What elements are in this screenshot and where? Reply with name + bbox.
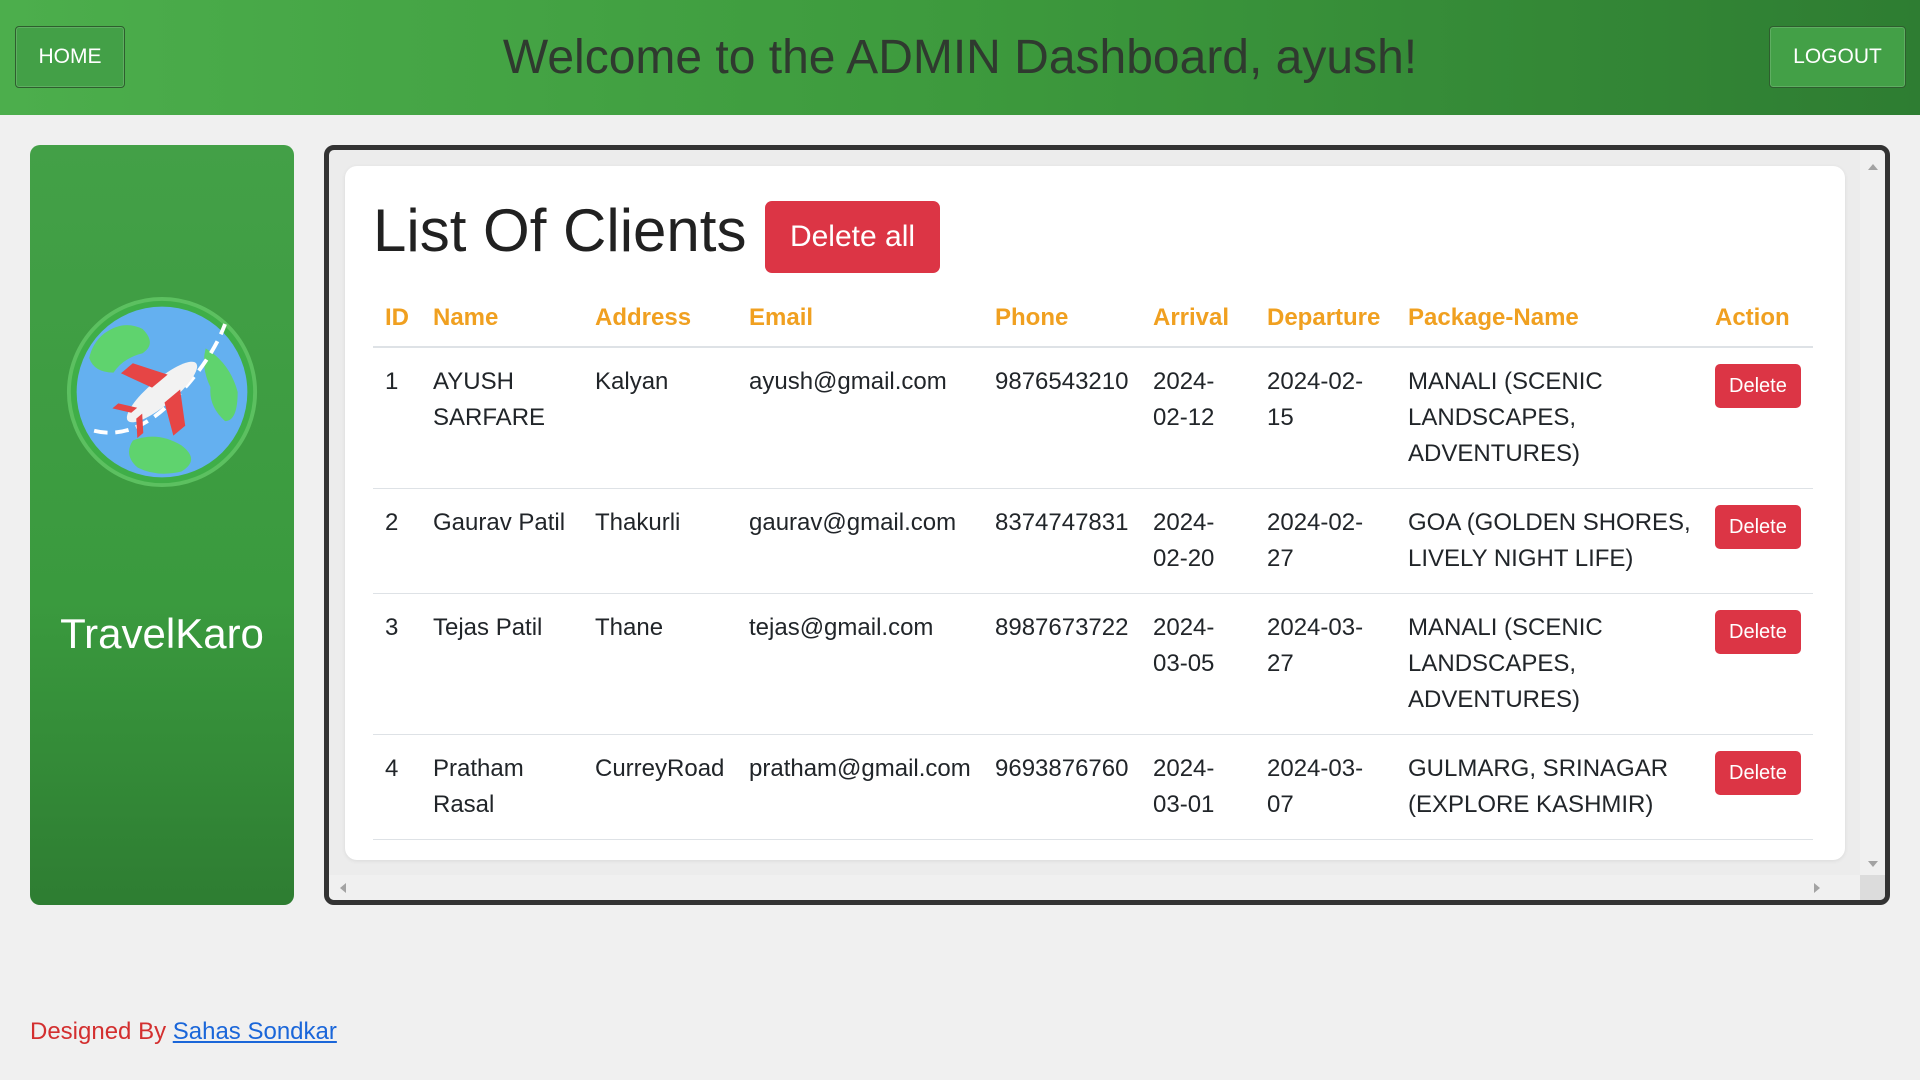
scroll-right-icon[interactable] (1814, 883, 1820, 893)
logout-button[interactable]: LOGOUT (1769, 26, 1906, 88)
cell-id: 1 (373, 347, 421, 489)
column-header: ID (373, 291, 421, 348)
column-header: Email (737, 291, 983, 348)
cell-package: MANALI (SCENIC LANDSCAPES, ADVENTURES) (1396, 593, 1703, 735)
brand-name: TravelKaro (60, 610, 264, 657)
delete-button[interactable]: Delete (1715, 610, 1801, 654)
horizontal-scrollbar[interactable] (329, 875, 1860, 900)
table-row: 2 Gaurav Patil Thakurli gaurav@gmail.com… (373, 488, 1813, 594)
table-row: 3 Tejas Patil Thane tejas@gmail.com 8987… (373, 593, 1813, 735)
cell-departure: 2024-02-15 (1255, 347, 1396, 489)
cell-package: GULMARG, SRINAGAR (EXPLORE KASHMIR) (1396, 734, 1703, 840)
vertical-scrollbar[interactable] (1860, 150, 1885, 875)
cell-action: Delete (1703, 734, 1813, 840)
column-header: Name (421, 291, 583, 348)
delete-button[interactable]: Delete (1715, 505, 1801, 549)
clients-table: ID Name Address Email Phone Arrival Depa… (373, 291, 1813, 840)
cell-departure: 2024-03-27 (1255, 593, 1396, 735)
cell-name: Gaurav Patil (421, 488, 583, 594)
cell-arrival: 2024-02-12 (1141, 347, 1255, 489)
cell-action: Delete (1703, 347, 1813, 489)
cell-address: CurreyRoad (583, 734, 737, 840)
cell-phone: 8987673722 (983, 593, 1141, 735)
globe-airplane-icon (66, 296, 258, 488)
footer-credit: Designed By Sahas Sondkar (30, 1018, 337, 1046)
column-header: Action (1703, 291, 1813, 348)
cell-arrival: 2024-03-05 (1141, 593, 1255, 735)
table-row: 1 AYUSH SARFARE Kalyan ayush@gmail.com 9… (373, 347, 1813, 489)
cell-id: 4 (373, 734, 421, 840)
footer-prefix: Designed By (30, 1018, 173, 1045)
cell-id: 2 (373, 488, 421, 594)
page-title: Welcome to the ADMIN Dashboard, ayush! (502, 31, 1418, 84)
cell-email: ayush@gmail.com (737, 347, 983, 489)
cell-email: gaurav@gmail.com (737, 488, 983, 594)
top-header: HOME Welcome to the ADMIN Dashboard, ayu… (0, 0, 1920, 115)
clients-card: List Of Clients Delete all ID Name Addre… (345, 166, 1845, 860)
column-header: Departure (1255, 291, 1396, 348)
scrollbar-corner (1860, 875, 1885, 900)
cell-address: Kalyan (583, 347, 737, 489)
cell-action: Delete (1703, 593, 1813, 735)
author-link[interactable]: Sahas Sondkar (173, 1018, 337, 1045)
cell-phone: 8374747831 (983, 488, 1141, 594)
column-header: Phone (983, 291, 1141, 348)
cell-name: Pratham Rasal (421, 734, 583, 840)
cell-phone: 9693876760 (983, 734, 1141, 840)
delete-button[interactable]: Delete (1715, 751, 1801, 795)
sidebar: TravelKaro (30, 145, 294, 905)
scroll-down-icon[interactable] (1868, 861, 1878, 867)
column-header: Address (583, 291, 737, 348)
clients-panel: List Of Clients Delete all ID Name Addre… (324, 145, 1890, 905)
table-header-row: ID Name Address Email Phone Arrival Depa… (373, 291, 1813, 348)
cell-id: 3 (373, 593, 421, 735)
cell-phone: 9876543210 (983, 347, 1141, 489)
column-header: Package-Name (1396, 291, 1703, 348)
cell-name: AYUSH SARFARE (421, 347, 583, 489)
cell-address: Thakurli (583, 488, 737, 594)
cell-arrival: 2024-03-01 (1141, 734, 1255, 840)
cell-package: GOA (GOLDEN SHORES, LIVELY NIGHT LIFE) (1396, 488, 1703, 594)
cell-email: tejas@gmail.com (737, 593, 983, 735)
cell-action: Delete (1703, 488, 1813, 594)
cell-address: Thane (583, 593, 737, 735)
cell-package: MANALI (SCENIC LANDSCAPES, ADVENTURES) (1396, 347, 1703, 489)
cell-name: Tejas Patil (421, 593, 583, 735)
scroll-left-icon[interactable] (340, 883, 346, 893)
cell-departure: 2024-03-07 (1255, 734, 1396, 840)
scroll-up-icon[interactable] (1868, 164, 1878, 170)
delete-all-button[interactable]: Delete all (765, 201, 940, 273)
cell-email: pratham@gmail.com (737, 734, 983, 840)
clients-title: List Of Clients (373, 197, 747, 264)
cell-departure: 2024-02-27 (1255, 488, 1396, 594)
table-row: 4 Pratham Rasal CurreyRoad pratham@gmail… (373, 734, 1813, 840)
cell-arrival: 2024-02-20 (1141, 488, 1255, 594)
delete-button[interactable]: Delete (1715, 364, 1801, 408)
column-header: Arrival (1141, 291, 1255, 348)
